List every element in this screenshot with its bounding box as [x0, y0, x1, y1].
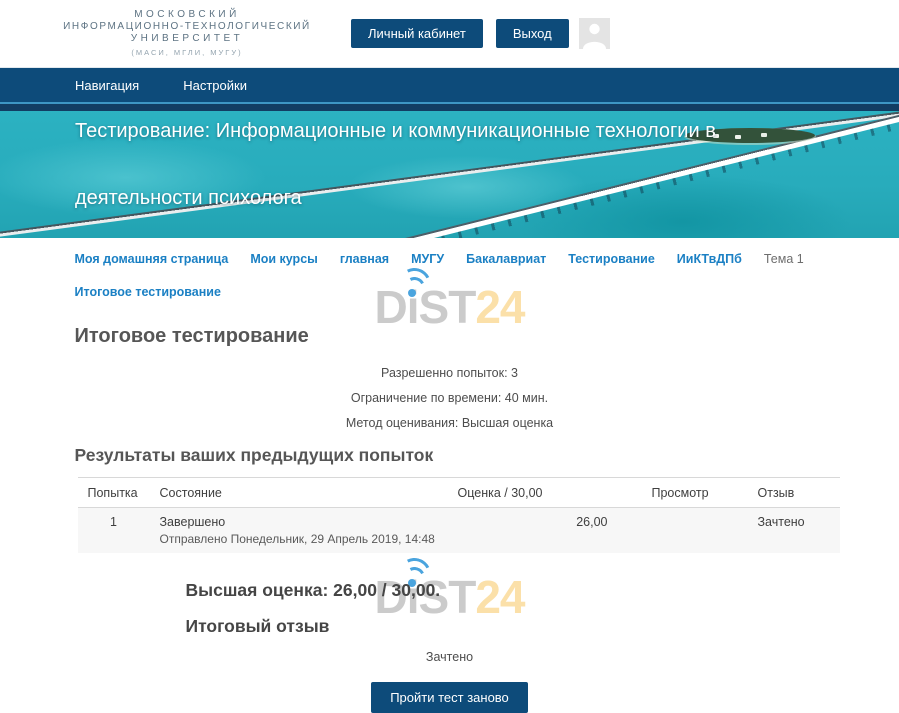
logo-line-3: УНИВЕРСИТЕТ	[63, 33, 311, 45]
cell-feedback: Зачтено	[748, 508, 840, 554]
cell-attempt-number: 1	[78, 508, 150, 554]
breadcrumb: Моя домашняя страница Мои курсы главная …	[60, 238, 840, 299]
logo-line-1: МОСКОВСКИЙ	[63, 9, 311, 21]
quiz-info: Разрешенно попыток: 3 Ограничение по вре…	[60, 361, 840, 436]
breadcrumb-item-testing[interactable]: Тестирование	[568, 252, 655, 266]
quiz-grading-method: Метод оценивания: Высшая оценка	[60, 411, 840, 436]
quiz-time-limit: Ограничение по времени: 40 мин.	[60, 386, 840, 411]
column-header-state: Состояние	[150, 478, 448, 508]
breadcrumb-item-mugu[interactable]: МУГУ	[411, 252, 444, 266]
breadcrumb-row-2: Итоговое тестирование	[75, 285, 840, 299]
breadcrumb-item-bachelor[interactable]: Бакалавриат	[466, 252, 546, 266]
attempts-table-header-row: Попытка Состояние Оценка / 30,00 Просмот…	[78, 478, 840, 508]
cell-state: Завершено Отправлено Понедельник, 29 Апр…	[150, 508, 448, 554]
breadcrumb-row-1: Моя домашняя страница Мои курсы главная …	[75, 252, 840, 266]
column-header-attempt: Попытка	[78, 478, 150, 508]
breadcrumb-item-home[interactable]: Моя домашняя страница	[75, 252, 229, 266]
cell-review	[642, 508, 748, 554]
logout-button[interactable]: Выход	[496, 19, 569, 48]
state-detail: Отправлено Понедельник, 29 Апрель 2019, …	[160, 532, 438, 546]
breadcrumb-item-current[interactable]: Итоговое тестирование	[75, 285, 221, 299]
retry-test-button[interactable]: Пройти тест заново	[371, 682, 528, 713]
retry-section: Пройти тест заново	[60, 682, 840, 713]
course-title-line-1: Тестирование: Информационные и коммуника…	[75, 120, 899, 143]
course-title-line-2: деятельности психолога	[75, 187, 899, 210]
quiz-title: Итоговое тестирование	[75, 325, 840, 348]
main-content: DiST24 Моя домашняя страница Мои курсы г…	[60, 238, 840, 713]
column-header-review: Просмотр	[642, 478, 748, 508]
final-feedback-heading: Итоговый отзыв	[186, 616, 840, 637]
university-logo: МОСКОВСКИЙ ИНФОРМАЦИОННО-ТЕХНОЛОГИЧЕСКИЙ…	[63, 9, 311, 59]
final-feedback-value: Зачтено	[60, 650, 840, 664]
course-banner: Тестирование: Информационные и коммуника…	[0, 104, 899, 238]
site-header: МОСКОВСКИЙ ИНФОРМАЦИОННО-ТЕХНОЛОГИЧЕСКИЙ…	[0, 0, 899, 68]
best-grade-summary: Высшая оценка: 26,00 / 30,00.	[186, 580, 840, 601]
nav-item-settings[interactable]: Настройки	[183, 78, 247, 93]
breadcrumb-item-course-code[interactable]: ИиКТвДПб	[677, 252, 742, 266]
results-heading: Результаты ваших предыдущих попыток	[75, 445, 840, 466]
logo-line-2: ИНФОРМАЦИОННО-ТЕХНОЛОГИЧЕСКИЙ	[63, 21, 311, 33]
column-header-feedback: Отзыв	[748, 478, 840, 508]
user-silhouette-icon	[579, 20, 610, 49]
column-header-grade: Оценка / 30,00	[448, 478, 642, 508]
nav-item-navigation[interactable]: Навигация	[75, 78, 139, 93]
attempts-table: Попытка Состояние Оценка / 30,00 Просмот…	[78, 477, 840, 553]
main-navbar: Навигация Настройки	[0, 68, 899, 104]
course-title: Тестирование: Информационные и коммуника…	[0, 120, 899, 210]
breadcrumb-item-main[interactable]: главная	[340, 252, 389, 266]
logo-line-4: (МАСИ, МГЛИ, МУГУ)	[63, 47, 311, 59]
cell-grade: 26,00	[448, 508, 642, 554]
state-value: Завершено	[160, 515, 438, 529]
breadcrumb-item-topic: Тема 1	[764, 252, 804, 266]
breadcrumb-item-my-courses[interactable]: Мои курсы	[250, 252, 318, 266]
header-actions: Личный кабинет Выход	[351, 18, 610, 49]
personal-cabinet-button[interactable]: Личный кабинет	[351, 19, 483, 48]
quiz-attempts-allowed: Разрешенно попыток: 3	[60, 361, 840, 386]
avatar[interactable]	[579, 18, 610, 49]
table-row: 1 Завершено Отправлено Понедельник, 29 А…	[78, 508, 840, 554]
